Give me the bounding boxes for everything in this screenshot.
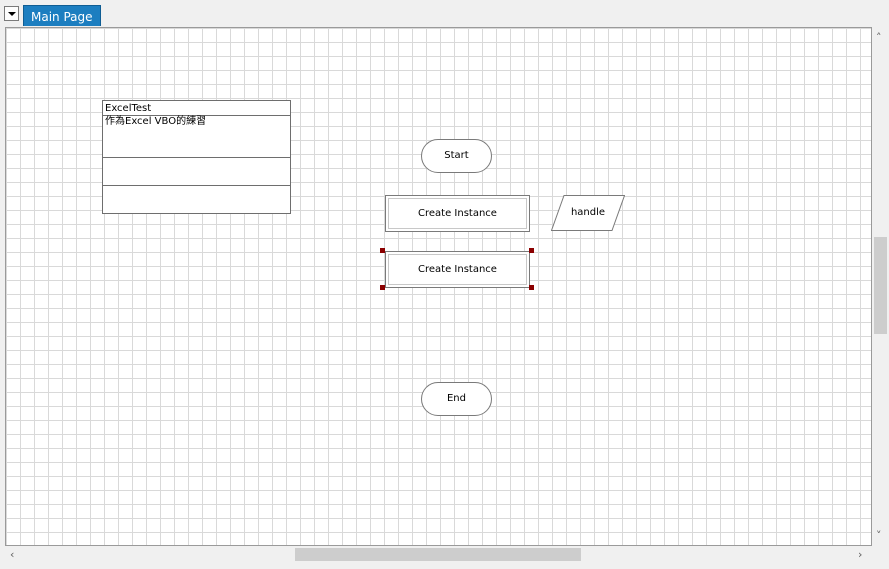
horizontal-scroll-thumb[interactable]	[295, 548, 581, 561]
scroll-left-arrow-icon[interactable]: ‹	[10, 549, 14, 560]
start-stage[interactable]: Start	[421, 139, 492, 173]
tab-main-page[interactable]: Main Page	[23, 5, 101, 26]
selection-handle[interactable]	[380, 285, 385, 290]
selection-handle[interactable]	[380, 248, 385, 253]
horizontal-scrollbar[interactable]: ‹ ›	[5, 546, 872, 563]
process-info-row	[103, 158, 290, 186]
process-name: ExcelTest	[103, 101, 290, 116]
vertical-scroll-thumb[interactable]	[874, 237, 887, 334]
process-description: 作為Excel VBO的練習	[103, 116, 290, 158]
scroll-down-arrow-icon[interactable]: ˅	[876, 530, 882, 541]
end-stage[interactable]: End	[421, 382, 492, 416]
process-info-row	[103, 186, 290, 213]
selection-handle[interactable]	[529, 248, 534, 253]
action-stage-create-instance-2[interactable]: Create Instance	[385, 251, 530, 288]
process-canvas[interactable]: ExcelTest 作為Excel VBO的練習 Start Create In…	[5, 27, 872, 546]
data-item-handle-label: handle	[570, 207, 606, 218]
process-info-block[interactable]: ExcelTest 作為Excel VBO的練習	[102, 100, 291, 214]
action-stage-create-instance-1[interactable]: Create Instance	[385, 195, 530, 232]
scroll-up-arrow-icon[interactable]: ˄	[876, 32, 882, 43]
vertical-scrollbar[interactable]: ˄ ˅	[872, 27, 889, 546]
tab-bar: Main Page	[0, 0, 889, 27]
dropdown-arrow-icon	[8, 12, 16, 16]
scroll-right-arrow-icon[interactable]: ›	[858, 549, 862, 560]
selection-handle[interactable]	[529, 285, 534, 290]
tab-menu-button[interactable]	[4, 6, 19, 21]
